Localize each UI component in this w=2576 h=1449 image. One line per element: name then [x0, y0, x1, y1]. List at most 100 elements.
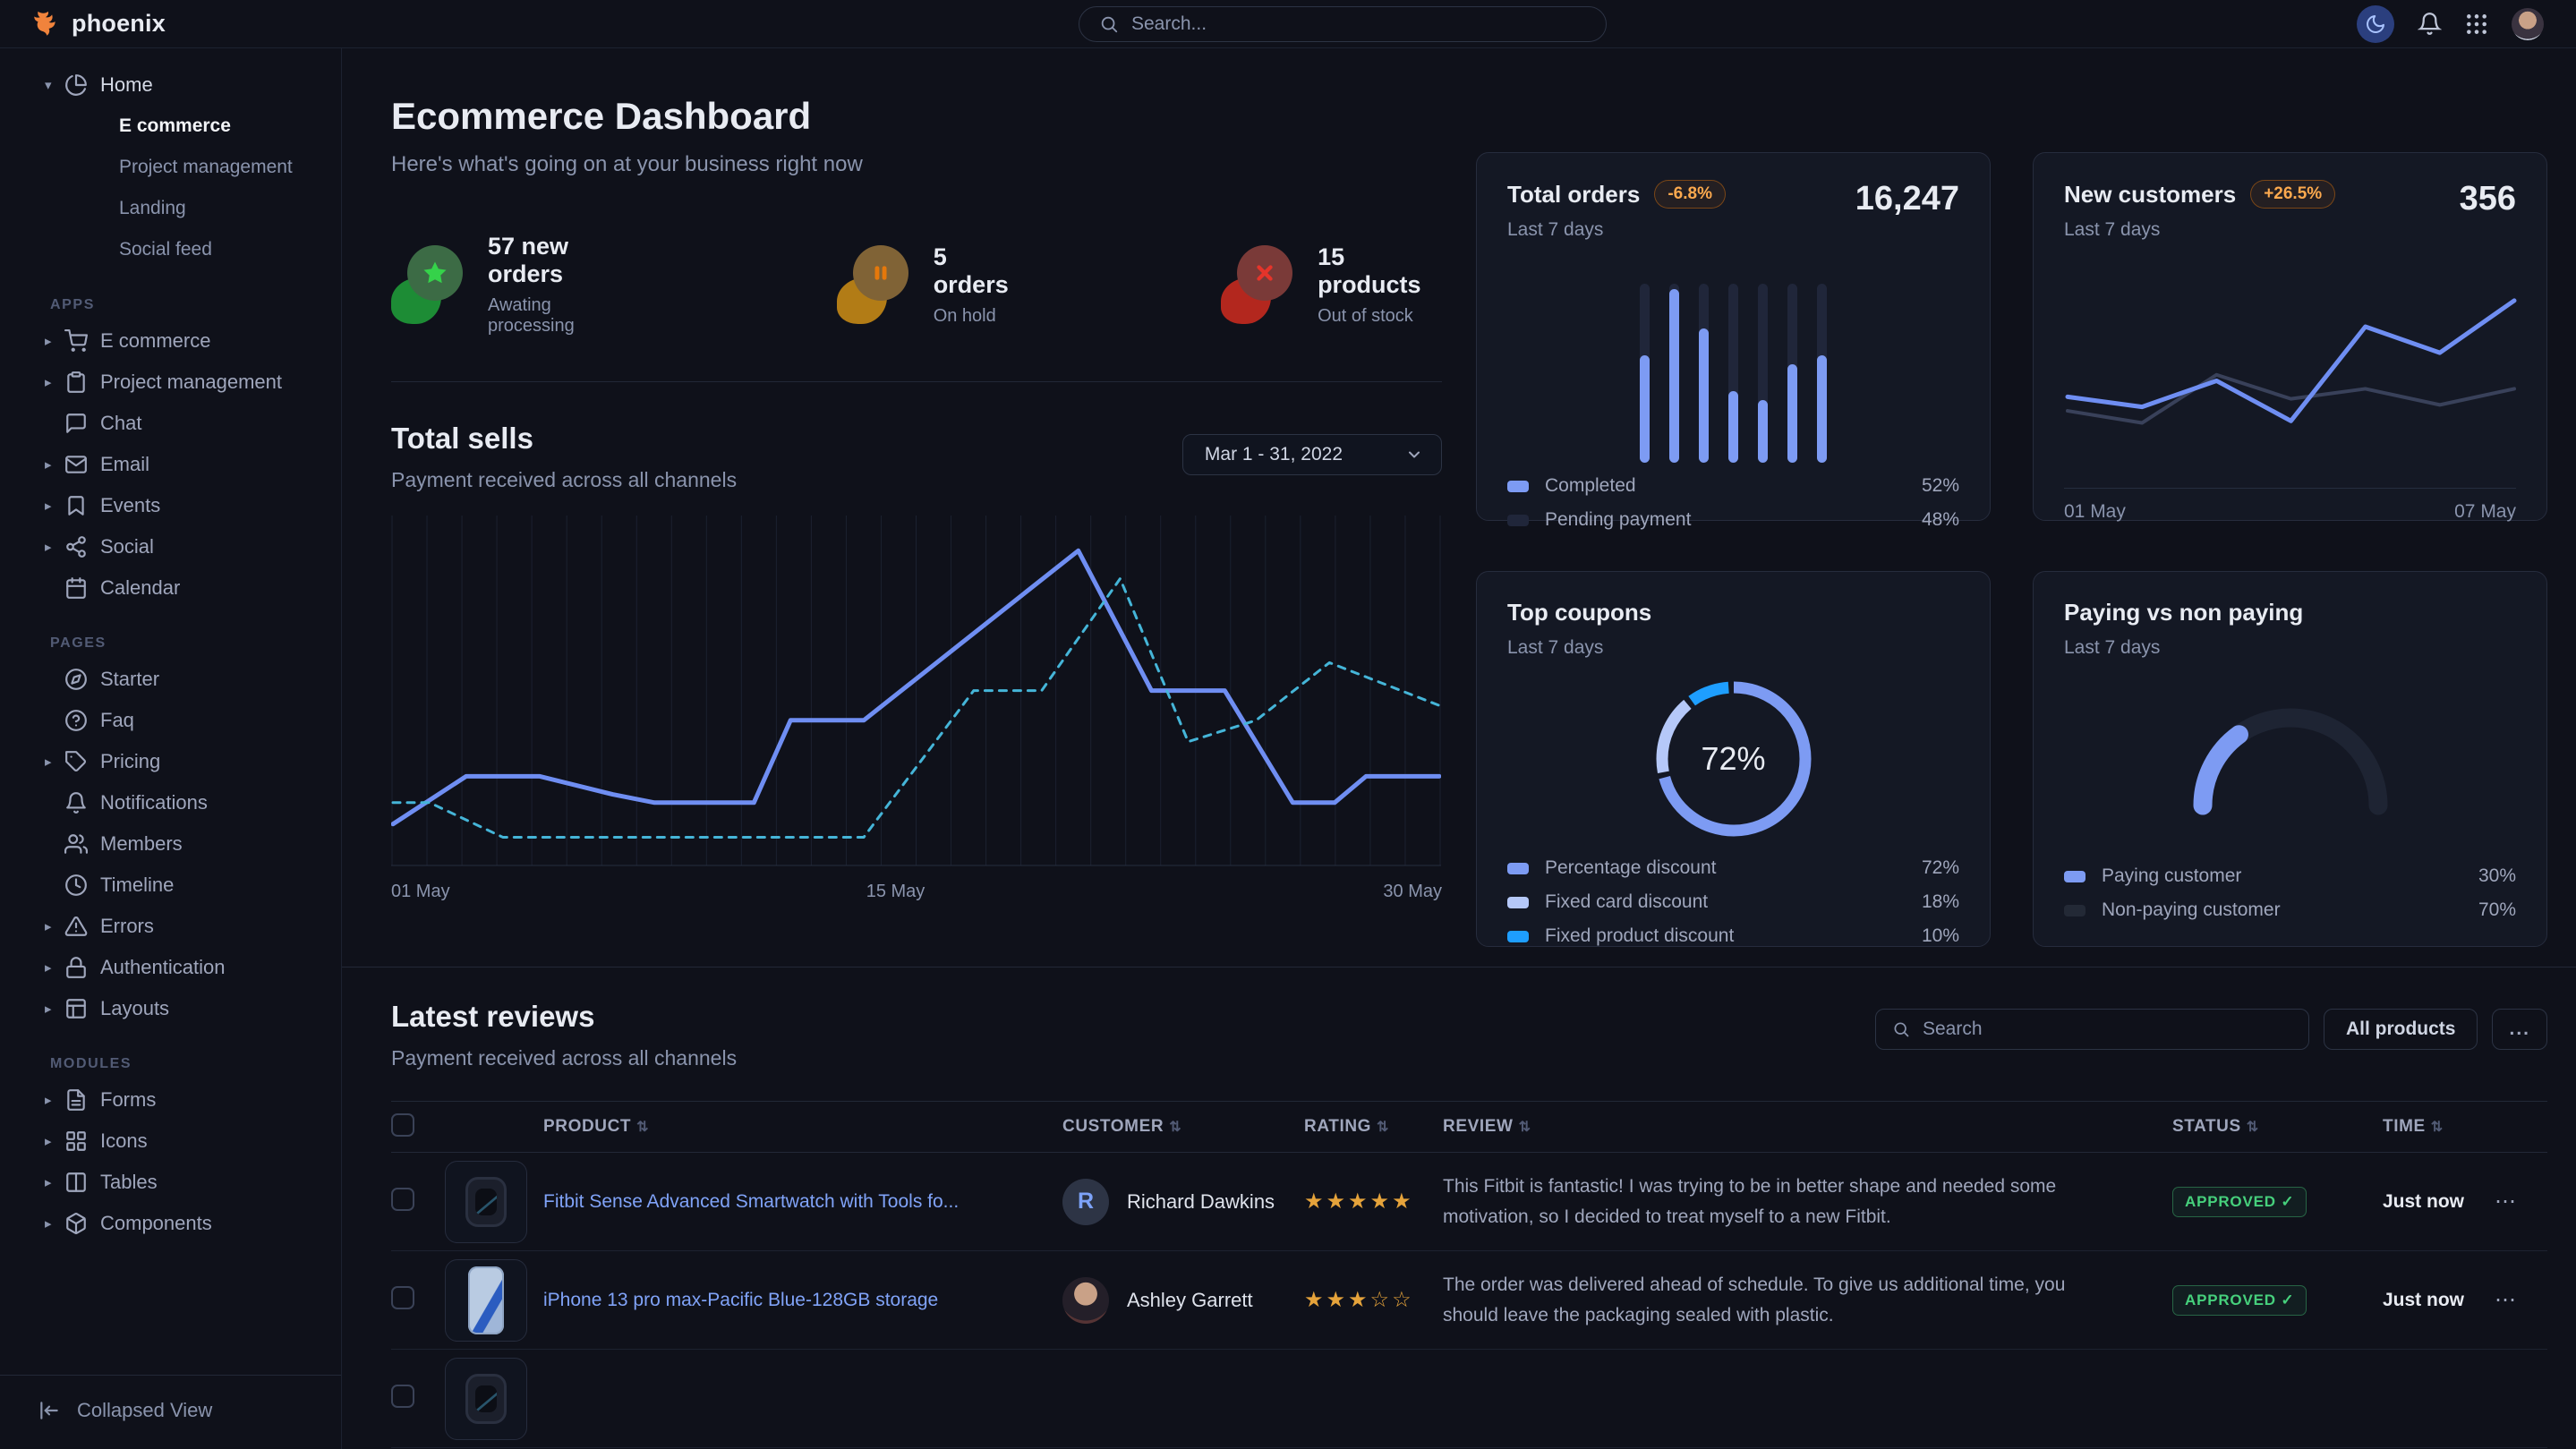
- collapsed-view-label: Collapsed View: [77, 1399, 212, 1422]
- new-customers-badge: +26.5%: [2250, 180, 2335, 209]
- sidebar-item-calendar[interactable]: Calendar: [0, 567, 341, 609]
- sidebar-subitem-landing[interactable]: Landing: [0, 188, 341, 229]
- col-review[interactable]: REVIEW⇅: [1443, 1117, 2172, 1137]
- brand[interactable]: phoenix: [30, 9, 166, 39]
- user-avatar[interactable]: [2512, 8, 2544, 40]
- alert-triangle-icon: [64, 915, 100, 938]
- product-thumbnail[interactable]: [445, 1161, 527, 1243]
- bell-icon[interactable]: [2418, 12, 2442, 36]
- product-link[interactable]: Fitbit Sense Advanced Smartwatch with To…: [543, 1189, 1062, 1215]
- layout-icon: [64, 997, 100, 1020]
- reviews-search[interactable]: [1875, 1009, 2309, 1050]
- order-bar: [1699, 284, 1709, 463]
- col-rating[interactable]: RATING⇅: [1304, 1117, 1443, 1137]
- all-products-button[interactable]: All products: [2324, 1009, 2478, 1050]
- col-customer[interactable]: CUSTOMER⇅: [1062, 1117, 1304, 1137]
- theme-toggle-button[interactable]: [2357, 5, 2394, 43]
- global-search-input[interactable]: [1131, 13, 1586, 35]
- main-content: Ecommerce Dashboard Here's what's going …: [342, 48, 2576, 1449]
- sidebar-item-project-management[interactable]: ▸Project management: [0, 362, 341, 403]
- sidebar-item-forms[interactable]: ▸Forms: [0, 1079, 341, 1121]
- legend-value: 18%: [1922, 891, 1959, 913]
- sidebar-item-icons[interactable]: ▸Icons: [0, 1121, 341, 1162]
- top-coupons-legend: Percentage discount72%Fixed card discoun…: [1507, 845, 1959, 947]
- legend-swatch: [1507, 931, 1529, 942]
- sidebar-item-layouts[interactable]: ▸Layouts: [0, 988, 341, 1029]
- sidebar-item-email[interactable]: ▸Email: [0, 444, 341, 485]
- reviews-search-input[interactable]: [1923, 1019, 2292, 1040]
- total-orders-card: Total orders -6.8% Last 7 days 16,247 Co…: [1476, 152, 1991, 521]
- row-checkbox[interactable]: [391, 1286, 414, 1309]
- global-search[interactable]: [1079, 6, 1607, 42]
- sidebar-item-components[interactable]: ▸Components: [0, 1203, 341, 1244]
- product-link[interactable]: iPhone 13 pro max-Pacific Blue-128GB sto…: [543, 1287, 1062, 1313]
- sidebar-item-pricing[interactable]: ▸Pricing: [0, 741, 341, 782]
- sidebar-item-chat[interactable]: Chat: [0, 403, 341, 444]
- legend-swatch: [1507, 515, 1529, 526]
- new-customers-chart: 01 May 07 May: [2064, 271, 2516, 523]
- sidebar-subitem-e-commerce[interactable]: E commerce: [0, 106, 341, 147]
- sidebar-subitem-project-management[interactable]: Project management: [0, 147, 341, 188]
- order-bar: [1640, 284, 1650, 463]
- latest-reviews-title: Latest reviews: [391, 1000, 737, 1034]
- top-coupons-period: Last 7 days: [1507, 637, 1959, 659]
- chevron-right-icon: ▸: [45, 374, 64, 390]
- order-bar: [1787, 284, 1797, 463]
- total-orders-legend: Completed52%Pending payment48%: [1507, 463, 1959, 531]
- sidebar-item-label: Icons: [100, 1129, 148, 1153]
- legend-label: Percentage discount: [1545, 857, 1716, 879]
- sidebar-item-label: Components: [100, 1212, 212, 1235]
- sidebar-item-e-commerce[interactable]: ▸ E commerce: [0, 320, 341, 362]
- sidebar-item-timeline[interactable]: Timeline: [0, 865, 341, 906]
- date-range-select[interactable]: Mar 1 - 31, 2022: [1182, 434, 1442, 475]
- sidebar-item-label: Layouts: [100, 997, 169, 1020]
- product-thumbnail[interactable]: [445, 1259, 527, 1342]
- sidebar-item-members[interactable]: Members: [0, 823, 341, 865]
- rating-stars: ★★★★★: [1304, 1189, 1443, 1215]
- stat-sub: Awating processing: [488, 295, 635, 337]
- chevron-right-icon: ▸: [45, 333, 64, 349]
- legend-value: 30%: [2478, 865, 2516, 887]
- new-customers-card: New customers +26.5% Last 7 days 356 01 …: [2033, 152, 2547, 521]
- sidebar-item-notifications[interactable]: Notifications: [0, 782, 341, 823]
- row-checkbox[interactable]: [391, 1188, 414, 1211]
- select-all-checkbox[interactable]: [391, 1113, 414, 1137]
- col-status[interactable]: STATUS⇅: [2172, 1117, 2383, 1137]
- sidebar-item-home[interactable]: ▾Home: [0, 64, 341, 106]
- tag-icon: [64, 750, 100, 773]
- stats-row: 57 new ordersAwating processing5 ordersO…: [391, 233, 1442, 337]
- col-time[interactable]: TIME⇅: [2383, 1117, 2495, 1137]
- paying-card: Paying vs non paying Last 7 days Paying …: [2033, 571, 2547, 947]
- legend-item-fixed-product-discount: Fixed product discount10%: [1507, 925, 1959, 947]
- sidebar-item-events[interactable]: ▸Events: [0, 485, 341, 526]
- more-options-button[interactable]: ...: [2492, 1009, 2547, 1050]
- brand-name: phoenix: [72, 10, 166, 38]
- sidebar-item-social[interactable]: ▸Social: [0, 526, 341, 567]
- collapsed-view-toggle[interactable]: Collapsed View: [0, 1375, 341, 1449]
- legend-swatch: [2064, 905, 2086, 916]
- row-menu-button[interactable]: ⋯: [2495, 1287, 2537, 1313]
- clipboard-icon: [64, 371, 100, 394]
- sidebar-item-authentication[interactable]: ▸Authentication: [0, 947, 341, 988]
- order-bar: [1728, 284, 1738, 463]
- sidebar: ▾HomeE commerceProject managementLanding…: [0, 48, 342, 1449]
- product-thumbnail[interactable]: [445, 1358, 527, 1440]
- col-product[interactable]: PRODUCT⇅: [543, 1117, 1062, 1137]
- chevron-right-icon: ▸: [45, 1174, 64, 1190]
- sidebar-item-starter[interactable]: Starter: [0, 659, 341, 700]
- new-customers-period: Last 7 days: [2064, 219, 2335, 241]
- review-time: Just now: [2383, 1290, 2495, 1311]
- grid-apps-icon[interactable]: [2465, 13, 2488, 36]
- sidebar-subitem-social-feed[interactable]: Social feed: [0, 229, 341, 270]
- sidebar-item-errors[interactable]: ▸Errors: [0, 906, 341, 947]
- rating-stars: ★★★☆☆: [1304, 1287, 1443, 1313]
- legend-item-paying-customer: Paying customer30%: [2064, 865, 2516, 887]
- sidebar-item-tables[interactable]: ▸Tables: [0, 1162, 341, 1203]
- row-checkbox[interactable]: [391, 1385, 414, 1408]
- sidebar-item-faq[interactable]: Faq: [0, 700, 341, 741]
- phoenix-logo-icon: [30, 9, 61, 39]
- row-menu-button[interactable]: ⋯: [2495, 1189, 2537, 1215]
- total-sells-chart: 01 May 15 May 30 May: [391, 516, 1442, 902]
- legend-swatch: [1507, 897, 1529, 908]
- sidebar-item-label: E commerce: [100, 329, 210, 353]
